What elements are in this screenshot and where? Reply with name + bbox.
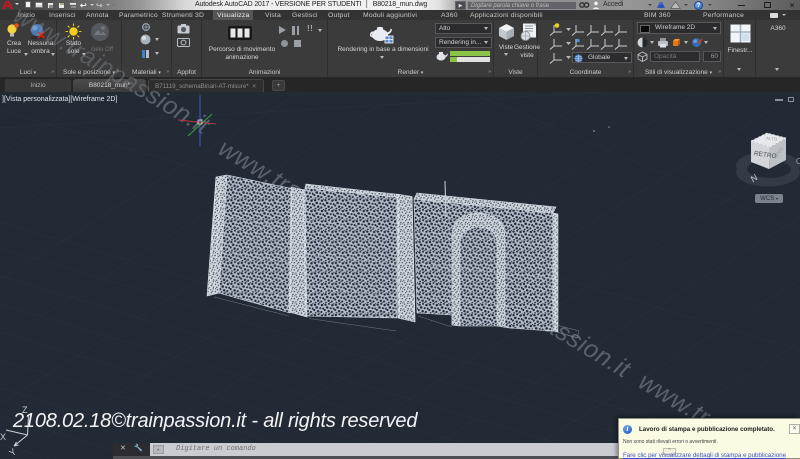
svg-text:O: O bbox=[796, 157, 800, 166]
svg-text:Y: Y bbox=[7, 447, 18, 459]
svg-text:X: X bbox=[0, 432, 6, 442]
